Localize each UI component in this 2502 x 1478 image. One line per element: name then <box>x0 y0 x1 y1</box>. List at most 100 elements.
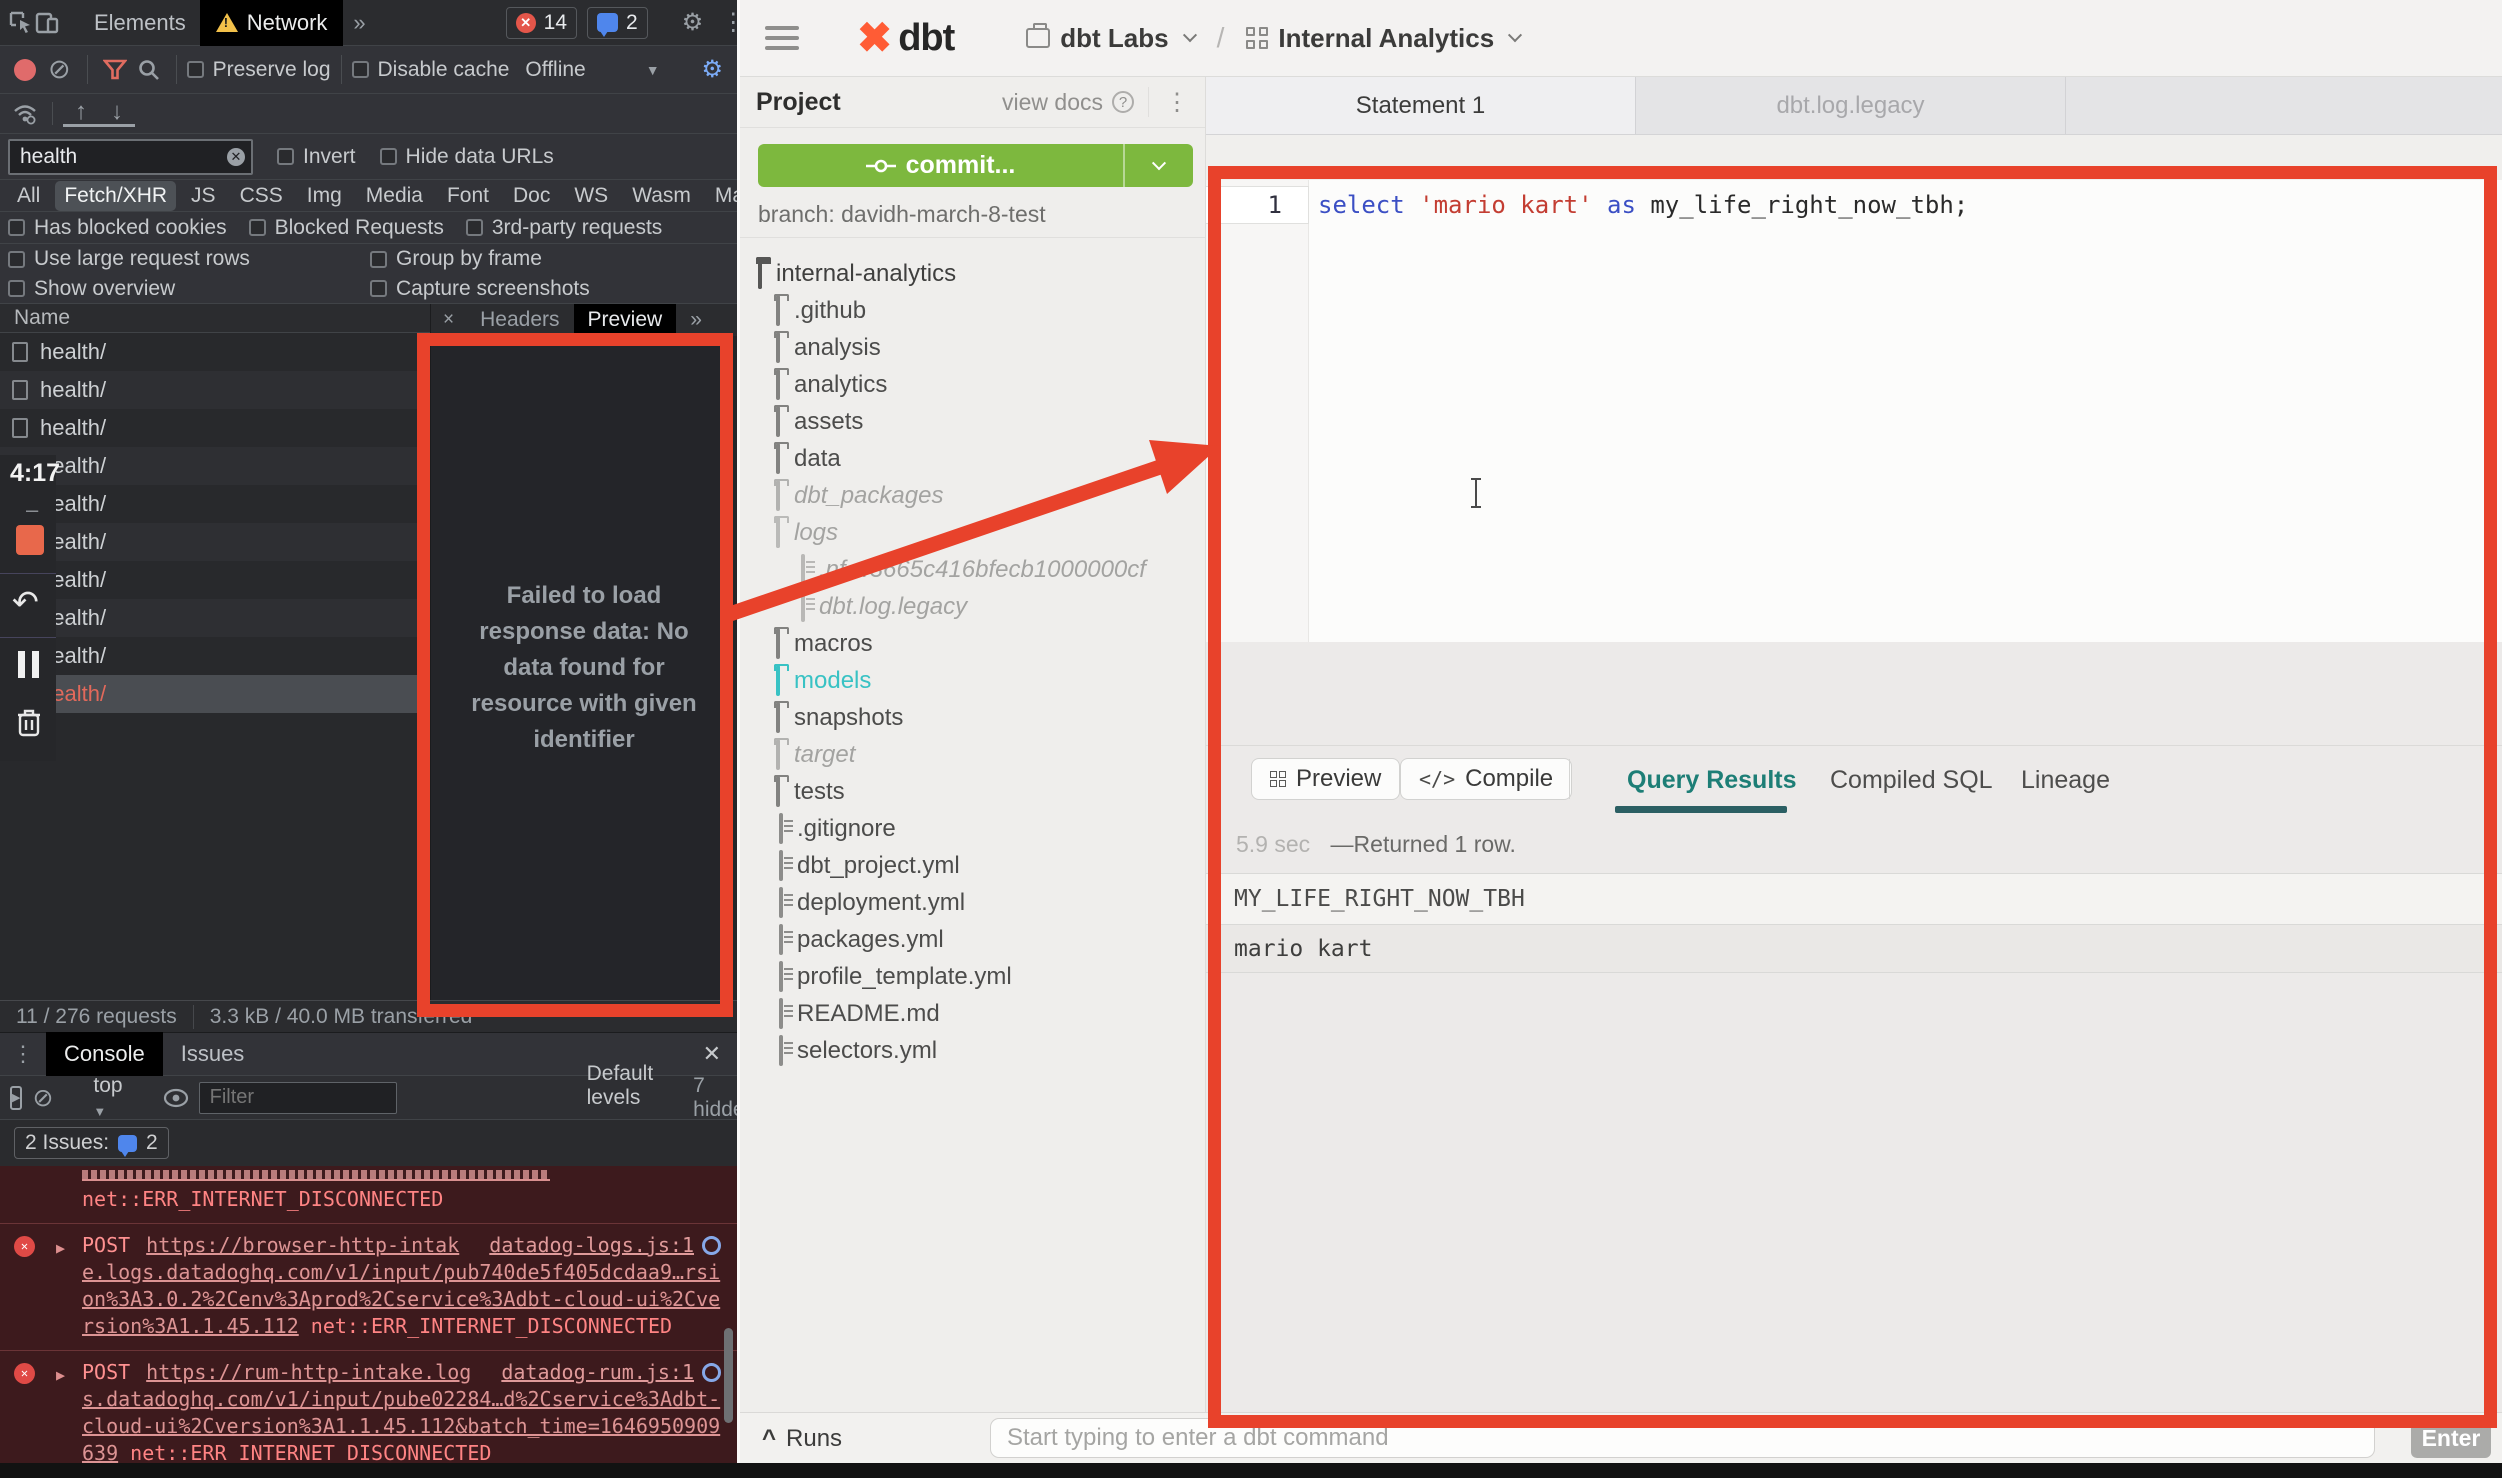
console-filter-input[interactable] <box>199 1082 397 1114</box>
file-tree-item[interactable]: snapshots <box>740 699 1205 736</box>
file-tree-item[interactable]: profile_template.yml <box>740 958 1205 995</box>
commit-dropdown[interactable] <box>1123 144 1193 187</box>
disable-cache-checkbox[interactable]: Disable cache <box>352 58 510 82</box>
eye-icon[interactable] <box>163 1081 189 1115</box>
settings-gear-icon[interactable]: ⚙ <box>674 8 712 37</box>
view-docs-link[interactable]: view docs ? <box>1002 89 1134 116</box>
network-throttle-wifi-icon[interactable] <box>8 97 42 131</box>
console-error-entry[interactable]: ✕ ▶ net::ERR_INTERNET_DISCONNECTED <box>0 1166 737 1223</box>
request-type-chip[interactable]: All <box>8 181 49 211</box>
disclosure-triangle-icon[interactable]: ▶ <box>56 1362 65 1389</box>
error-count-badge[interactable]: ✕ 14 <box>506 7 577 39</box>
console-error-entry[interactable]: ✕ ▶ datadog-logs.js:1 POSThttps://browse… <box>0 1223 737 1350</box>
file-tree-item[interactable]: assets <box>740 403 1205 440</box>
tab-compiled-sql[interactable]: Compiled SQL <box>1830 766 1993 795</box>
file-tree-item[interactable]: .gitignore <box>740 810 1205 847</box>
restart-recording-icon[interactable]: ↶ <box>12 583 39 621</box>
account-switcher[interactable]: dbt Labs <box>1026 23 1194 54</box>
file-tree-item[interactable]: selectors.yml <box>740 1032 1205 1069</box>
throttling-select[interactable]: Offline <box>525 58 585 82</box>
filter-icon[interactable] <box>98 53 132 87</box>
capture-screenshots-checkbox[interactable]: Capture screenshots <box>370 277 590 301</box>
console-source-link[interactable]: datadog-rum.js:1 <box>501 1359 721 1386</box>
sql-editor[interactable]: 1 select 'mario kart' as my_life_right_n… <box>1206 180 2502 642</box>
clear-console-icon[interactable]: ⊘ <box>32 1083 53 1113</box>
file-tree-item[interactable]: logs <box>740 514 1205 551</box>
tab-preview[interactable]: Preview <box>574 304 677 336</box>
tab-issues[interactable]: Issues <box>163 1032 263 1076</box>
request-type-chip[interactable]: CSS <box>231 181 292 211</box>
editor-tab[interactable]: Statement 1 <box>1206 77 1636 134</box>
console-error-entry[interactable]: ✕ ▶ datadog-rum.js:1 POSThttps://rum-htt… <box>0 1350 737 1463</box>
file-tree-item[interactable]: .github <box>740 292 1205 329</box>
search-icon[interactable] <box>132 53 166 87</box>
request-row[interactable]: health/ <box>0 447 430 485</box>
dbt-logo[interactable]: ✖ dbt <box>857 17 954 60</box>
editor-tab[interactable]: dbt.log.legacy <box>1636 77 2066 134</box>
request-row[interactable]: health/ <box>0 637 430 675</box>
more-tabs-icon[interactable]: » <box>343 10 375 36</box>
network-filter-input[interactable]: health ✕ <box>8 139 253 175</box>
compile-button[interactable]: </> Compile <box>1400 758 1572 800</box>
close-detail-icon[interactable]: × <box>431 309 466 331</box>
use-large-request-rows-checkbox[interactable]: Use large request rows <box>8 247 250 271</box>
minimize-icon[interactable]: – <box>26 497 38 523</box>
file-tree-item[interactable]: macros <box>740 625 1205 662</box>
execution-context-select[interactable]: top ▼ <box>93 1074 122 1122</box>
dbt-command-input[interactable] <box>990 1418 2375 1458</box>
hamburger-menu-icon[interactable] <box>765 26 799 50</box>
file-tree-item[interactable]: models <box>740 662 1205 699</box>
request-type-chip[interactable]: Fetch/XHR <box>55 181 176 211</box>
request-row[interactable]: health/ <box>0 409 430 447</box>
request-type-chip[interactable]: JS <box>182 181 225 211</box>
network-conditions-gear-icon[interactable]: ⚙ <box>695 55 729 84</box>
file-tree-item[interactable]: tests <box>740 773 1205 810</box>
tab-query-results[interactable]: Query Results <box>1627 766 1797 795</box>
more-detail-tabs-icon[interactable]: » <box>676 308 716 332</box>
request-type-chip[interactable]: Font <box>438 181 498 211</box>
group-by-frame-checkbox[interactable]: Group by frame <box>370 247 542 271</box>
request-row[interactable]: health/ <box>0 675 430 713</box>
preserve-log-checkbox[interactable]: Preserve log <box>187 58 331 82</box>
hide-data-urls-checkbox[interactable]: Hide data URLs <box>380 145 554 169</box>
clear-network-log-icon[interactable]: ⊘ <box>42 54 77 85</box>
request-type-chip[interactable]: Media <box>357 181 432 211</box>
file-tree-item[interactable]: .nf…3665c416bfecb1000000cf <box>740 551 1205 588</box>
sidebar-kebab-icon[interactable]: ⋮ <box>1148 87 1189 117</box>
request-row[interactable]: health/ <box>0 333 430 371</box>
commit-button[interactable]: commit... <box>758 144 1193 187</box>
tab-elements[interactable]: Elements <box>80 10 200 36</box>
file-tree-item[interactable]: internal-analytics <box>740 255 1205 292</box>
disclosure-triangle-icon[interactable]: ▶ <box>56 1235 65 1262</box>
request-type-chip[interactable]: Img <box>298 181 351 211</box>
preview-button[interactable]: Preview <box>1251 758 1400 800</box>
request-row[interactable]: health/ <box>0 523 430 561</box>
name-column-header[interactable]: Name <box>0 304 430 333</box>
file-tree-item[interactable]: dbt.log.legacy <box>740 588 1205 625</box>
issues-count-badge[interactable]: 2 <box>587 7 648 39</box>
file-tree-item[interactable]: dbt_project.yml <box>740 847 1205 884</box>
file-tree-item[interactable]: analysis <box>740 329 1205 366</box>
drawer-kebab-icon[interactable]: ⋮ <box>0 1041 46 1067</box>
tab-lineage[interactable]: Lineage <box>2021 766 2110 795</box>
file-tree-item[interactable]: analytics <box>740 366 1205 403</box>
request-row[interactable]: health/ <box>0 371 430 409</box>
show-overview-checkbox[interactable]: Show overview <box>8 277 175 301</box>
close-drawer-icon[interactable]: ✕ <box>687 1041 737 1067</box>
invert-checkbox[interactable]: Invert <box>277 145 356 169</box>
runs-toggle[interactable]: ^ Runs <box>762 1425 842 1453</box>
tab-network[interactable]: Network <box>200 0 344 46</box>
project-switcher[interactable]: Internal Analytics <box>1246 23 1520 54</box>
tab-console[interactable]: Console <box>46 1032 163 1076</box>
device-toolbar-icon[interactable] <box>34 6 60 40</box>
tab-headers[interactable]: Headers <box>466 308 573 332</box>
request-type-chip[interactable]: WS <box>565 181 617 211</box>
file-tree-item[interactable]: packages.yml <box>740 921 1205 958</box>
filter-checkbox[interactable]: Blocked Requests <box>249 216 444 240</box>
filter-checkbox[interactable]: 3rd-party requests <box>466 216 662 240</box>
stop-recording-button[interactable] <box>16 525 44 555</box>
request-row[interactable]: health/ <box>0 599 430 637</box>
console-sidebar-icon[interactable]: ▶ <box>10 1086 22 1110</box>
request-type-chip[interactable]: Wasm <box>623 181 700 211</box>
pause-recording-icon[interactable] <box>18 651 39 678</box>
